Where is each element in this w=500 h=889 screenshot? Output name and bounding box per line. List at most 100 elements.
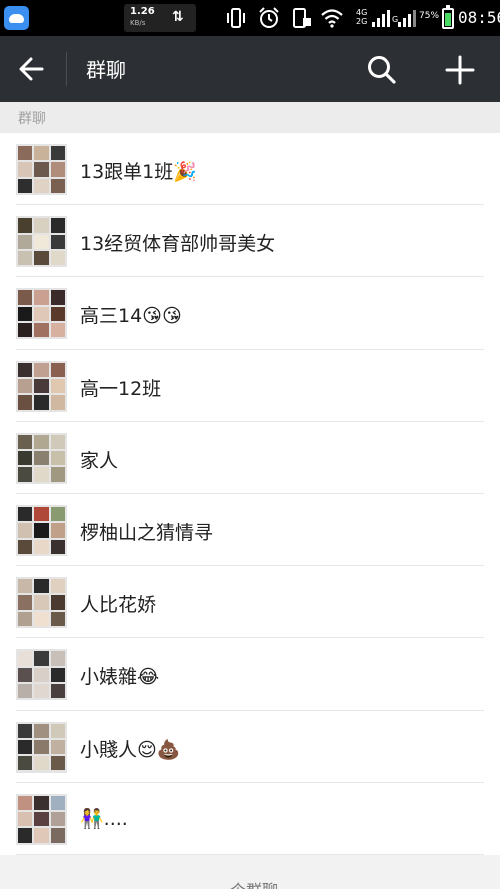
avatar-tile: [50, 467, 65, 482]
avatar-tile: [50, 523, 65, 538]
avatar-tile: [18, 178, 33, 193]
avatar-tile: [18, 250, 33, 266]
avatar-tile: [18, 162, 33, 177]
page-title: 群聊: [86, 58, 126, 82]
avatar-tile: [18, 595, 33, 610]
avatar-tile: [50, 812, 65, 827]
data-transfer-icon: ⇅: [172, 9, 184, 25]
avatar-tile: [50, 667, 65, 682]
battery-percent: 75%: [419, 11, 440, 21]
avatar-tile: [34, 250, 49, 266]
avatar-tile: [18, 395, 33, 410]
avatar-tile: [18, 723, 33, 738]
avatar-tile: [50, 739, 65, 755]
group-name: 家人: [80, 449, 119, 472]
avatar-tile: [18, 378, 33, 394]
avatar-tile: [34, 362, 49, 377]
group-chat-item[interactable]: 13跟单1班🎉: [0, 133, 500, 206]
group-chat-item[interactable]: 👫....: [0, 782, 500, 855]
network-type-label: 4G 2G: [356, 8, 368, 26]
signal-bars-icon: [372, 10, 390, 27]
avatar-tile: [34, 395, 49, 410]
avatar-tile: [34, 683, 49, 699]
add-icon[interactable]: [442, 52, 478, 88]
avatar-tile: [18, 756, 33, 771]
avatar-tile: [34, 178, 49, 193]
avatar-tile: [34, 218, 49, 233]
vibrate-icon: [227, 8, 245, 28]
avatar-tile: [18, 579, 33, 594]
avatar-tile: [34, 828, 49, 843]
network-speed-unit: KB/s: [130, 19, 146, 27]
avatar-tile: [50, 434, 65, 450]
group-chat-item[interactable]: 人比花娇: [0, 566, 500, 639]
group-chat-list: 13跟单1班🎉 13经贸体育部帅哥美女高三14😘😘 高一12班家人椤柚山之猜情寻 人比…: [0, 133, 500, 855]
avatar-tile: [34, 756, 49, 771]
action-bar: 群聊: [0, 36, 500, 102]
avatar-tile: [50, 651, 65, 666]
group-chat-item[interactable]: 13经贸体育部帅哥美女: [0, 205, 500, 278]
avatar-tile: [18, 651, 33, 666]
avatar-tile: [18, 739, 33, 755]
avatar-tile: [50, 146, 65, 161]
avatar-tile: [18, 667, 33, 682]
avatar-tile: [50, 162, 65, 177]
avatar-tile: [34, 611, 49, 627]
avatar-tile: [50, 539, 65, 554]
avatar-tile: [34, 323, 49, 338]
group-chat-item[interactable]: 椤柚山之猜情寻: [0, 493, 500, 567]
avatar-tile: [18, 306, 33, 322]
group-chat-item[interactable]: 小婊雜😂: [0, 638, 500, 711]
group-name: 13经贸体育部帅哥美女: [80, 233, 276, 256]
battery-fill: [445, 13, 451, 26]
avatar-tile: [34, 812, 49, 827]
avatar-tile: [18, 234, 33, 249]
clock-time: 08:56: [458, 8, 500, 27]
action-bar-divider: [66, 52, 67, 86]
footer: 个群聊: [0, 855, 500, 889]
avatar-tile: [34, 234, 49, 249]
footer-label: 个群聊: [230, 877, 278, 889]
avatar-tile: [18, 146, 33, 161]
avatar-tile: [34, 539, 49, 554]
avatar-tile: [18, 795, 33, 811]
group-name: 13跟单1班🎉: [80, 161, 197, 183]
avatar-tile: [18, 506, 33, 522]
avatar-tile: [50, 595, 65, 610]
avatar-tile: [34, 595, 49, 610]
avatar-tile: [50, 306, 65, 322]
avatar-tile: [34, 579, 49, 594]
group-name: 小婊雜😂: [80, 666, 160, 689]
avatar-tile: [18, 611, 33, 627]
group-chat-item[interactable]: 高一12班: [0, 349, 500, 422]
avatar-tile: [18, 523, 33, 538]
alarm-icon: [259, 7, 279, 28]
status-bar: 1.26 KB/s ⇅ 4G 2G G 75% 08:56: [0, 0, 500, 36]
back-arrow-icon[interactable]: [14, 53, 50, 85]
group-chat-item[interactable]: 家人: [0, 421, 500, 494]
group-name: 小賤人😌💩: [80, 738, 181, 761]
group-name: 人比花娇: [80, 594, 157, 617]
avatar-tile: [34, 146, 49, 161]
group-chat-item[interactable]: 高三14😘😘: [0, 277, 500, 350]
avatar-tile: [18, 218, 33, 233]
avatar-tile: [34, 506, 49, 522]
avatar-tile: [34, 378, 49, 394]
avatar-tile: [34, 651, 49, 666]
avatar-tile: [50, 362, 65, 377]
avatar-tile: [18, 323, 33, 338]
phone-lock-icon: [293, 8, 311, 28]
group-avatar: [16, 288, 67, 340]
group-avatar: [16, 432, 67, 484]
avatar-tile: [50, 828, 65, 843]
group-chat-item[interactable]: 小賤人😌💩: [0, 710, 500, 783]
group-name: 椤柚山之猜情寻: [80, 521, 214, 544]
avatar-tile: [50, 234, 65, 249]
section-header: 群聊: [0, 102, 500, 133]
search-icon[interactable]: [364, 52, 400, 88]
avatar-tile: [18, 683, 33, 699]
group-name: 👫....: [80, 807, 128, 830]
avatar-tile: [50, 378, 65, 394]
avatar-tile: [18, 812, 33, 827]
avatar-tile: [50, 795, 65, 811]
